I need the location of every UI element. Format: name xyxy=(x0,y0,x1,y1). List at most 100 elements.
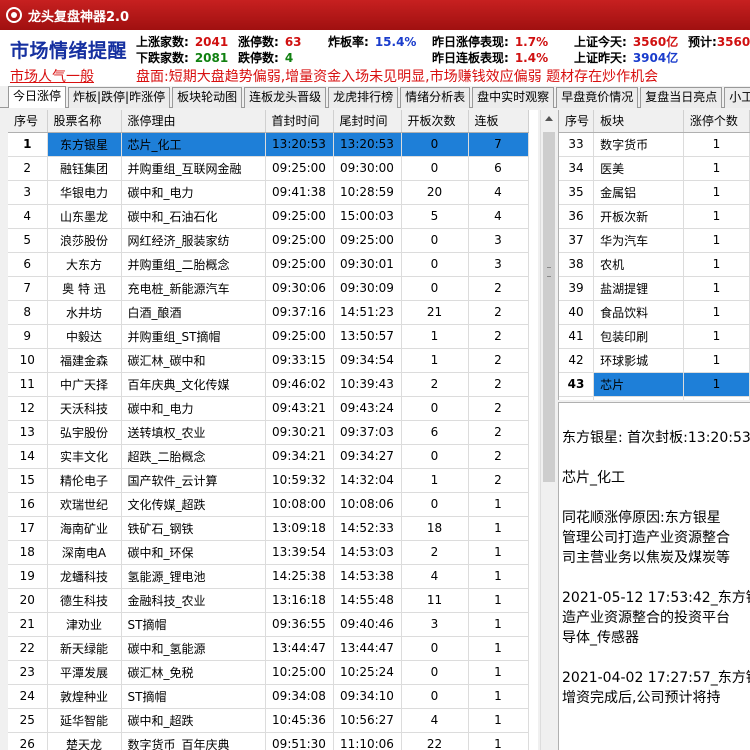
tab-broken-limit[interactable]: 炸板|跌停|昨涨停 xyxy=(68,87,171,108)
sector-row[interactable]: 43 芯片 1 xyxy=(559,372,750,397)
stock-cell: 11 xyxy=(401,588,469,613)
sector-cell: 41 xyxy=(559,324,595,349)
stock-cell: 0 xyxy=(401,228,469,253)
sector-cell: 医美 xyxy=(593,156,684,181)
stock-row[interactable]: 26 楚天龙 数字货币_百年庆典 09:51:30 11:10:06 22 1 xyxy=(8,732,529,750)
stock-cell: 碳中和_电力 xyxy=(121,180,266,205)
stock-cell: 1 xyxy=(468,612,529,637)
stock-cell: ST摘帽 xyxy=(121,684,266,709)
stock-row[interactable]: 12 天沃科技 碳中和_电力 09:43:21 09:43:24 0 2 xyxy=(8,396,529,421)
sector-cell: 1 xyxy=(683,396,750,400)
stock-row[interactable]: 4 山东墨龙 碳中和_石油石化 09:25:00 15:00:03 5 4 xyxy=(8,204,529,229)
sector-header-0[interactable]: 序号 xyxy=(559,110,595,133)
stock-row[interactable]: 5 浪莎股份 网红经济_服装家纺 09:25:00 09:25:00 0 3 xyxy=(8,228,529,253)
tab-tools[interactable]: 小工具 xyxy=(724,87,750,108)
stock-cell: 12 xyxy=(8,396,48,421)
stock-cell: 碳中和_电力 xyxy=(121,396,266,421)
stock-header-1[interactable]: 股票名称 xyxy=(47,110,122,133)
stock-cell: 09:37:16 xyxy=(265,300,334,325)
stock-row[interactable]: 1 东方银星 芯片_化工 13:20:53 13:20:53 0 7 xyxy=(8,132,529,157)
stock-cell: 13:16:18 xyxy=(265,588,334,613)
tab-dragon-tiger-list[interactable]: 龙虎排行榜 xyxy=(328,87,399,108)
stock-row[interactable]: 19 龙蟠科技 氢能源_锂电池 14:25:38 14:53:38 4 1 xyxy=(8,564,529,589)
stock-cell: 浪莎股份 xyxy=(47,228,122,253)
sector-row[interactable]: 38 农机 1 xyxy=(559,252,750,277)
stock-cell: 14:53:38 xyxy=(333,564,402,589)
tab-morning-auction[interactable]: 早盘竟价情况 xyxy=(556,87,639,108)
stock-cell: 21 xyxy=(8,612,48,637)
stock-cell: 10:25:00 xyxy=(265,660,334,685)
sector-row[interactable]: 33 数字货币 1 xyxy=(559,132,750,157)
stock-row[interactable]: 22 新天绿能 碳中和_氢能源 13:44:47 13:44:47 0 1 xyxy=(8,636,529,661)
stock-cell: 7 xyxy=(8,276,48,301)
tab-realtime-watch[interactable]: 盘中实时观察 xyxy=(472,87,555,108)
sector-row[interactable]: 35 金属铝 1 xyxy=(559,180,750,205)
stock-header-6[interactable]: 连板 xyxy=(468,110,529,133)
stock-cell: 8 xyxy=(8,300,48,325)
stock-row[interactable]: 18 深南电A 碳中和_环保 13:39:54 14:53:03 2 1 xyxy=(8,540,529,565)
sector-header-2[interactable]: 涨停个数 xyxy=(683,110,750,133)
stock-cell: 0 xyxy=(401,156,469,181)
stock-row[interactable]: 20 德生科技 金融科技_农业 13:16:18 14:55:48 11 1 xyxy=(8,588,529,613)
table-scrollbar[interactable] xyxy=(540,110,556,750)
stock-row[interactable]: 15 精伦电子 国产软件_云计算 10:59:32 14:32:04 1 2 xyxy=(8,468,529,493)
stock-header-5[interactable]: 开板次数 xyxy=(401,110,469,133)
stock-header-0[interactable]: 序号 xyxy=(8,110,48,133)
sector-header-1[interactable]: 板块 xyxy=(593,110,684,133)
stock-cell: 18 xyxy=(401,516,469,541)
stock-cell: 华银电力 xyxy=(47,180,122,205)
sector-row[interactable]: 39 盐湖提锂 1 xyxy=(559,276,750,301)
sector-row[interactable]: 37 华为汽车 1 xyxy=(559,228,750,253)
sector-row[interactable]: 40 食品饮料 1 xyxy=(559,300,750,325)
stock-row[interactable]: 2 融钰集团 并购重组_互联网金融 09:25:00 09:30:00 0 6 xyxy=(8,156,529,181)
stock-header-2[interactable]: 涨停理由 xyxy=(121,110,266,133)
stock-row[interactable]: 6 大东方 并购重组_二胎概念 09:25:00 09:30:01 0 3 xyxy=(8,252,529,277)
stock-cell: 16 xyxy=(8,492,48,517)
tab-consecutive-leaders[interactable]: 连板龙头晋级 xyxy=(244,87,327,108)
stock-cell: 17 xyxy=(8,516,48,541)
scroll-up-arrow-icon[interactable] xyxy=(545,116,553,121)
stock-header-3[interactable]: 首封时间 xyxy=(265,110,334,133)
market-sentiment-title: 市场情绪提醒 xyxy=(10,40,128,62)
sector-cell: 43 xyxy=(559,372,595,397)
sector-cell: 35 xyxy=(559,180,595,205)
stock-row[interactable]: 9 中毅达 并购重组_ST摘帽 09:25:00 13:50:57 1 2 xyxy=(8,324,529,349)
stock-row[interactable]: 17 海南矿业 铁矿石_钢铁 13:09:18 14:52:33 18 1 xyxy=(8,516,529,541)
sector-row[interactable]: 44网红经济1 xyxy=(559,396,750,400)
sector-cell: 1 xyxy=(683,252,750,277)
stock-row[interactable]: 7奥 特 迅充电桩_新能源汽车 09:30:06 09:30:09 0 2 xyxy=(8,276,529,301)
stock-cell: 09:25:00 xyxy=(265,324,334,349)
sector-row[interactable]: 42 环球影城 1 xyxy=(559,348,750,373)
stock-row[interactable]: 23 平潭发展 碳汇林_免税 10:25:00 10:25:24 0 1 xyxy=(8,660,529,685)
stock-cell: 充电桩_新能源汽车 xyxy=(121,276,266,301)
stock-cell: 百年庆典_文化传媒 xyxy=(121,372,266,397)
stock-cell: 奥 特 迅 xyxy=(47,276,122,301)
stock-cell: 并购重组_互联网金融 xyxy=(121,156,266,181)
sector-row[interactable]: 36 开板次新 1 xyxy=(559,204,750,229)
stock-header-4[interactable]: 尾封时间 xyxy=(333,110,402,133)
stock-row[interactable]: 16 欢瑞世纪 文化传媒_超跌 10:08:00 10:08:06 0 1 xyxy=(8,492,529,517)
sector-cell: 1 xyxy=(683,204,750,229)
stock-cell: 芯片_化工 xyxy=(121,132,266,157)
stock-row[interactable]: 14 实丰文化 超跌_二胎概念 09:34:21 09:34:27 0 2 xyxy=(8,444,529,469)
tab-today-limit-up[interactable]: 今日涨停 xyxy=(8,86,67,108)
detail-text-line: 管理公司打造产业资源整合 xyxy=(562,530,730,546)
sector-row[interactable]: 41 包装印刷 1 xyxy=(559,324,750,349)
tab-sentiment-analysis[interactable]: 情绪分析表 xyxy=(400,87,471,108)
stock-row[interactable]: 3 华银电力 碳中和_电力 09:41:38 10:28:59 20 4 xyxy=(8,180,529,205)
stock-cell: 中广天择 xyxy=(47,372,122,397)
sector-row[interactable]: 34 医美 1 xyxy=(559,156,750,181)
stock-row[interactable]: 10 福建金森 碳汇林_碳中和 09:33:15 09:34:54 1 2 xyxy=(8,348,529,373)
tab-daily-highlights[interactable]: 复盘当日亮点 xyxy=(640,87,723,108)
stock-row[interactable]: 13 弘宇股份 送转填权_农业 09:30:21 09:37:03 6 2 xyxy=(8,420,529,445)
stock-cell: 13:20:53 xyxy=(333,132,402,157)
stock-row[interactable]: 8 水井坊 白酒_酿酒 09:37:16 14:51:23 21 2 xyxy=(8,300,529,325)
stock-row[interactable]: 21 津劝业 ST摘帽 09:36:55 09:40:46 3 1 xyxy=(8,612,529,637)
stock-row[interactable]: 24 敦煌种业 ST摘帽 09:34:08 09:34:10 0 1 xyxy=(8,684,529,709)
stock-row[interactable]: 25 延华智能 碳中和_超跌 10:45:36 10:56:27 4 1 xyxy=(8,708,529,733)
stock-cell: 09:41:38 xyxy=(265,180,334,205)
scrollbar-thumb[interactable] xyxy=(543,132,555,482)
stock-row[interactable]: 11 中广天择 百年庆典_文化传媒 09:46:02 10:39:43 2 2 xyxy=(8,372,529,397)
stock-cell: 6 xyxy=(8,252,48,277)
tab-sector-rotation[interactable]: 板块轮动图 xyxy=(172,87,243,108)
